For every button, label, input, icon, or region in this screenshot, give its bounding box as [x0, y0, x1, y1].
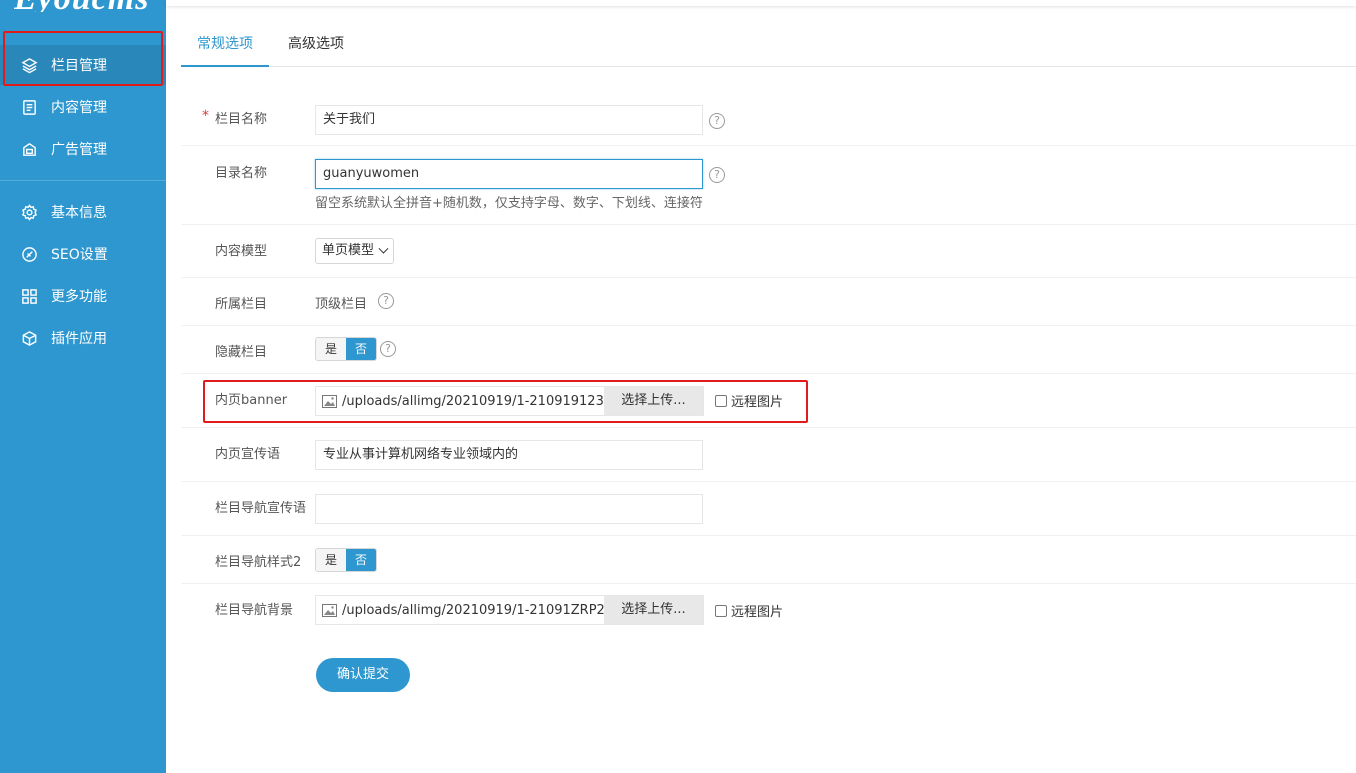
remote-image-label: 远程图片 — [731, 395, 784, 410]
hide-column-toggle: 是 否 — [315, 337, 377, 361]
tab-bar: 常规选项 高级选项 — [181, 22, 1356, 67]
sidebar-item-basic-info[interactable]: 基本信息 — [0, 192, 166, 232]
inner-banner-upload-button[interactable]: 选择上传... — [604, 387, 703, 415]
hide-column-no[interactable]: 否 — [346, 338, 376, 360]
content-model-label: 内容模型 — [215, 244, 268, 259]
sidebar-item-label: 广告管理 — [51, 142, 107, 158]
inner-banner-remote-checkbox[interactable]: 远程图片 — [715, 391, 783, 410]
inner-banner-path[interactable]: /uploads/allimg/20210919/1-210919123K — [342, 394, 604, 409]
sidebar-item-label: 插件应用 — [51, 331, 107, 347]
grid-icon — [20, 287, 38, 305]
sidebar-item-plugins[interactable]: 插件应用 — [0, 318, 166, 358]
remote-image-label: 远程图片 — [731, 605, 784, 620]
hide-column-yes[interactable]: 是 — [316, 338, 346, 360]
checkbox-box[interactable] — [715, 394, 727, 407]
sidebar-item-content-management[interactable]: 内容管理 — [0, 87, 166, 127]
nav-bg-remote-checkbox[interactable]: 远程图片 — [715, 601, 783, 620]
content-model-value: 单页模型 — [322, 243, 375, 258]
tab-general-options[interactable]: 常规选项 — [181, 22, 269, 67]
inner-slogan-input[interactable]: 专业从事计算机网络专业领域内的 — [315, 440, 703, 470]
column-name-input[interactable]: 关于我们 — [315, 105, 703, 135]
help-icon[interactable]: ? — [709, 113, 725, 129]
image-icon — [316, 596, 342, 624]
dir-name-label: 目录名称 — [215, 166, 268, 181]
sidebar-item-label: 基本信息 — [51, 205, 107, 221]
nav-bg-path[interactable]: /uploads/allimg/20210919/1-21091ZRP22 — [342, 603, 604, 618]
plugin-icon — [20, 329, 38, 347]
nav-style2-no[interactable]: 否 — [346, 549, 376, 571]
top-bar — [166, 0, 1356, 6]
seo-icon — [20, 245, 38, 263]
sidebar-item-more-features[interactable]: 更多功能 — [0, 276, 166, 316]
dir-name-hint: 留空系统默认全拼音+随机数，仅支持字母、数字、下划线、连接符 — [315, 196, 703, 211]
sidebar: Eyoucms 栏目管理 内容管理 广告管理 基本信息 SEO设置 — [0, 0, 166, 773]
sidebar-item-seo-settings[interactable]: SEO设置 — [0, 234, 166, 274]
help-icon[interactable]: ? — [378, 293, 394, 309]
tab-advanced-options[interactable]: 高级选项 — [272, 22, 360, 67]
content-model-select[interactable]: 单页模型 — [315, 238, 395, 264]
logo: Eyoucms — [14, 0, 149, 12]
required-mark: * — [202, 108, 209, 124]
document-icon — [20, 98, 38, 116]
nav-bg-label: 栏目导航背景 — [215, 603, 294, 618]
nav-slogan-label: 栏目导航宣传语 — [215, 501, 307, 516]
nav-bg-upload: /uploads/allimg/20210919/1-21091ZRP22 选择… — [315, 595, 704, 625]
inner-slogan-label: 内页宣传语 — [215, 447, 281, 462]
sidebar-item-label: SEO设置 — [51, 247, 108, 263]
submit-button[interactable]: 确认提交 — [316, 658, 410, 692]
sidebar-item-label: 内容管理 — [51, 100, 107, 116]
sidebar-item-label: 栏目管理 — [51, 58, 107, 74]
help-icon[interactable]: ? — [709, 167, 725, 183]
nav-style2-toggle: 是 否 — [315, 548, 377, 572]
hide-column-label: 隐藏栏目 — [215, 345, 268, 360]
inner-banner-upload: /uploads/allimg/20210919/1-210919123K 选择… — [315, 386, 704, 416]
nav-style2-label: 栏目导航样式2 — [215, 555, 302, 570]
help-icon[interactable]: ? — [380, 341, 396, 357]
inner-banner-label: 内页banner — [215, 393, 288, 408]
parent-column-value: 顶级栏目 — [315, 297, 368, 312]
parent-column-label: 所属栏目 — [215, 297, 268, 312]
image-icon — [316, 387, 342, 415]
layers-icon — [20, 56, 38, 74]
sidebar-item-ad-management[interactable]: 广告管理 — [0, 129, 166, 169]
sidebar-item-label: 更多功能 — [51, 289, 107, 305]
nav-bg-upload-button[interactable]: 选择上传... — [604, 596, 703, 624]
ad-icon — [20, 140, 38, 158]
sidebar-divider — [0, 180, 166, 181]
checkbox-box[interactable] — [715, 604, 727, 617]
dir-name-input[interactable]: guanyuwomen — [315, 159, 703, 189]
nav-slogan-input[interactable] — [315, 494, 703, 524]
gear-icon — [20, 203, 38, 221]
nav-style2-yes[interactable]: 是 — [316, 549, 346, 571]
column-name-label: 栏目名称 — [215, 112, 268, 127]
sidebar-item-column-management[interactable]: 栏目管理 — [0, 45, 166, 85]
chevron-down-icon — [378, 243, 389, 254]
